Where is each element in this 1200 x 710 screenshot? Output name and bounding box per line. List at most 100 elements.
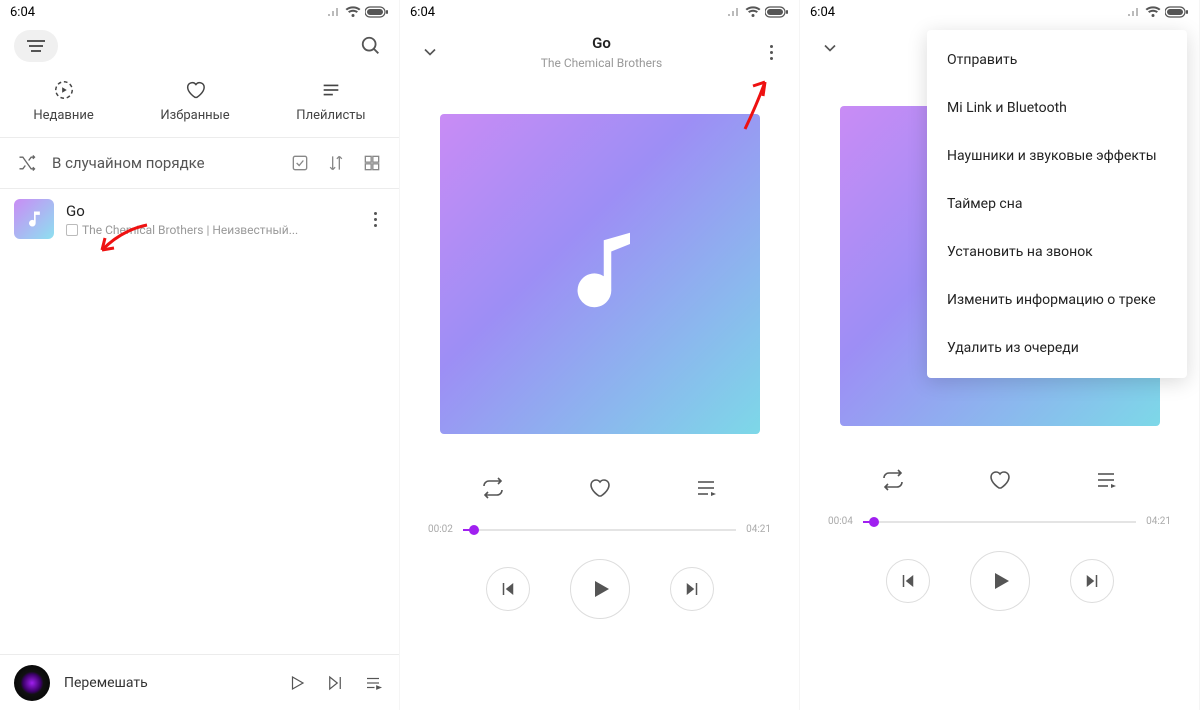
screen-library: 6:04 Недавние Избранные Плейлисты В случ… bbox=[0, 0, 399, 710]
tab-playlists-label: Плейлисты bbox=[296, 108, 365, 123]
tabs: Недавние Избранные Плейлисты bbox=[0, 68, 399, 138]
player-secondary-controls bbox=[800, 426, 1199, 512]
heart-icon bbox=[183, 78, 207, 102]
previous-icon bbox=[899, 572, 917, 590]
now-playing-disc[interactable] bbox=[14, 665, 50, 701]
menu-button[interactable] bbox=[14, 30, 58, 62]
wifi-icon bbox=[1145, 6, 1161, 18]
menu-item-remove-queue[interactable]: Удалить из очереди bbox=[927, 324, 1187, 372]
menu-item-sound-effects[interactable]: Наушники и звуковые эффекты bbox=[927, 132, 1187, 180]
menu-item-edit-info[interactable]: Изменить информацию о треке bbox=[927, 276, 1187, 324]
album-art[interactable] bbox=[440, 114, 760, 434]
time-total: 04:21 bbox=[746, 524, 771, 535]
repeat-icon bbox=[881, 468, 905, 492]
queue-icon bbox=[694, 476, 718, 500]
track-art bbox=[14, 199, 54, 239]
play-button[interactable] bbox=[570, 559, 630, 619]
status-icons bbox=[327, 6, 389, 18]
collapse-button[interactable] bbox=[416, 38, 444, 66]
screen-player: 6:04 Go The Chemical Brothers 00:02 04:2… bbox=[400, 0, 799, 710]
status-bar: 6:04 bbox=[800, 0, 1199, 24]
next-button[interactable] bbox=[670, 567, 714, 611]
tab-playlists[interactable]: Плейлисты bbox=[296, 78, 365, 123]
heart-icon bbox=[587, 476, 611, 500]
shuffle-icon[interactable] bbox=[16, 152, 38, 174]
status-bar: 6:04 bbox=[400, 0, 799, 24]
next-icon bbox=[683, 580, 701, 598]
now-playing-title: Go bbox=[444, 34, 759, 52]
status-icons bbox=[727, 6, 789, 18]
cellular-icon bbox=[727, 7, 741, 17]
lyric-badge-icon bbox=[66, 224, 78, 236]
next-icon bbox=[1083, 572, 1101, 590]
collapse-button[interactable] bbox=[816, 34, 844, 62]
track-row[interactable]: Go The Chemical Brothers | Неизвестный..… bbox=[0, 189, 399, 249]
progress-bar: 00:02 04:21 bbox=[400, 520, 799, 539]
previous-button[interactable] bbox=[886, 559, 930, 603]
time-total: 04:21 bbox=[1146, 516, 1171, 527]
music-note-icon bbox=[24, 209, 44, 229]
tab-favorites[interactable]: Избранные bbox=[160, 78, 229, 123]
play-icon bbox=[588, 577, 612, 601]
time-elapsed: 00:04 bbox=[828, 516, 853, 527]
top-bar bbox=[0, 24, 399, 68]
next-button[interactable] bbox=[1070, 559, 1114, 603]
favorite-button[interactable] bbox=[585, 474, 613, 502]
previous-icon bbox=[499, 580, 517, 598]
menu-item-sleep-timer[interactable]: Таймер сна bbox=[927, 180, 1187, 228]
now-playing-artist: The Chemical Brothers bbox=[444, 56, 759, 70]
play-icon bbox=[988, 569, 1012, 593]
chevron-down-icon bbox=[420, 42, 440, 62]
tab-recent[interactable]: Недавние bbox=[33, 78, 93, 123]
mini-queue-button[interactable] bbox=[361, 671, 385, 695]
search-button[interactable] bbox=[357, 32, 385, 60]
progress-bar: 00:04 04:21 bbox=[800, 512, 1199, 531]
status-icons bbox=[1127, 6, 1189, 18]
grid-icon[interactable] bbox=[361, 152, 383, 174]
tab-recent-label: Недавние bbox=[33, 108, 93, 123]
battery-icon bbox=[765, 6, 789, 18]
repeat-button[interactable] bbox=[879, 466, 907, 494]
player-secondary-controls bbox=[400, 434, 799, 520]
cellular-icon bbox=[327, 7, 341, 17]
cellular-icon bbox=[1127, 7, 1141, 17]
play-button[interactable] bbox=[970, 551, 1030, 611]
mini-player: Перемешать bbox=[0, 654, 399, 710]
sort-icon[interactable] bbox=[325, 152, 347, 174]
seek-track[interactable] bbox=[863, 521, 1136, 523]
time-elapsed: 00:02 bbox=[428, 524, 453, 535]
track-more-button[interactable] bbox=[365, 212, 385, 227]
player-more-button[interactable] bbox=[759, 45, 783, 60]
playlist-icon bbox=[319, 78, 343, 102]
track-subtitle: The Chemical Brothers | Неизвестный... bbox=[66, 223, 353, 237]
queue-button[interactable] bbox=[692, 474, 720, 502]
status-time: 6:04 bbox=[810, 5, 835, 20]
previous-button[interactable] bbox=[486, 567, 530, 611]
tab-favorites-label: Избранные bbox=[160, 108, 229, 123]
list-controls: В случайном порядке bbox=[0, 138, 399, 189]
queue-button[interactable] bbox=[1092, 466, 1120, 494]
wifi-icon bbox=[345, 6, 361, 18]
chevron-down-icon bbox=[820, 38, 840, 58]
select-all-icon[interactable] bbox=[289, 152, 311, 174]
mini-next-button[interactable] bbox=[323, 671, 347, 695]
mini-play-button[interactable] bbox=[285, 671, 309, 695]
favorite-button[interactable] bbox=[985, 466, 1013, 494]
status-time: 6:04 bbox=[410, 5, 435, 20]
queue-icon bbox=[1094, 468, 1118, 492]
screen-player-menu: 6:04 Отправить Mi Link и Bluetooth Наушн… bbox=[800, 0, 1199, 710]
menu-item-share[interactable]: Отправить bbox=[927, 36, 1187, 84]
mini-player-label: Перемешать bbox=[64, 675, 271, 691]
repeat-button[interactable] bbox=[479, 474, 507, 502]
battery-icon bbox=[1165, 6, 1189, 18]
menu-item-set-ringtone[interactable]: Установить на звонок bbox=[927, 228, 1187, 276]
music-note-icon bbox=[555, 229, 645, 319]
battery-icon bbox=[365, 6, 389, 18]
menu-item-milink[interactable]: Mi Link и Bluetooth bbox=[927, 84, 1187, 132]
transport-controls bbox=[800, 531, 1199, 631]
search-icon bbox=[360, 35, 382, 57]
shuffle-label[interactable]: В случайном порядке bbox=[52, 154, 205, 172]
seek-track[interactable] bbox=[463, 529, 736, 531]
wifi-icon bbox=[745, 6, 761, 18]
repeat-icon bbox=[481, 476, 505, 500]
